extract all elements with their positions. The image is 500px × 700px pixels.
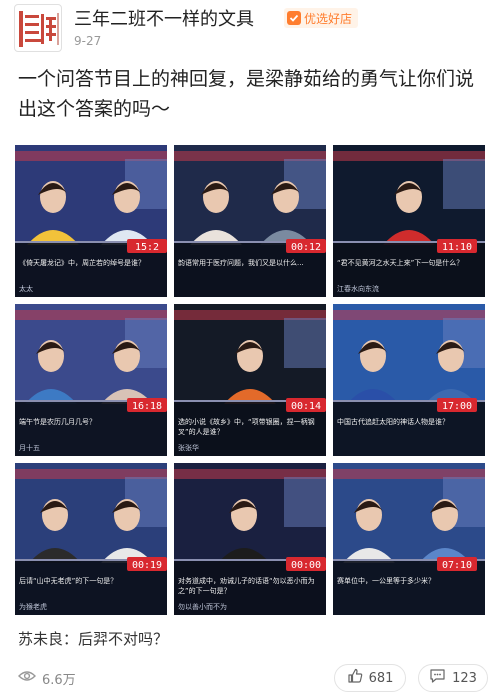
timer-readout: 15:2 — [135, 242, 159, 253]
question-caption: 赛单位中，一公里等于多少米？ — [337, 576, 435, 585]
grid-image-2[interactable]: 00:12 韵语常用于医疗问题，我们又是以什么... — [174, 145, 326, 297]
comment-count: 123 — [452, 670, 477, 686]
timer-readout: 00:00 — [291, 560, 321, 571]
question-caption: 端午节是农历几月几号？ — [19, 417, 96, 426]
view-count: 6.6万 — [18, 667, 76, 689]
image-grid: 15:2 《倚天屠龙记》中，周芷若的绰号是谁？ 太太 00:12 韵语常用于医疗问题，… — [15, 145, 485, 615]
grid-image-8[interactable]: 00:00 对务道成中，劝诫儿子的话语“勿以恶小而为之”的下一句是？ 勿以善小而不为 — [174, 463, 326, 615]
comment-button[interactable]: 123 — [418, 664, 488, 692]
question-caption: 中国古代追赶太阳的神话人物是谁？ — [337, 417, 449, 426]
studio-screen — [284, 318, 326, 368]
question-caption: 韵语常用于医疗问题，我们又是以什么... — [178, 258, 304, 267]
grid-image-9[interactable]: 07:10 赛单位中，一公里等于多少米？ — [333, 463, 485, 615]
comment-separator: ： — [63, 630, 79, 648]
eye-icon — [18, 670, 36, 686]
answer-caption: 太太 — [19, 284, 33, 293]
studio-screen — [443, 159, 485, 209]
post-body-text: 一个问答节目上的神回复，是梁静茹给的勇气让你们说出这个答案的吗～ — [18, 68, 475, 120]
timer-readout: 07:10 — [442, 560, 472, 571]
timer-readout: 16:18 — [132, 401, 162, 412]
answer-caption: 江春水向东流 — [337, 284, 379, 293]
question-caption: 《倚天屠龙记》中，周芷若的绰号是谁？ — [19, 258, 145, 267]
answer-caption: 为猴老虎 — [19, 602, 47, 611]
author-avatar[interactable] — [14, 4, 62, 52]
like-count: 681 — [368, 670, 394, 686]
question-caption: 后请“山中无老虎”的下一句是？ — [19, 576, 117, 585]
badge-label: 优选好店 — [304, 11, 353, 26]
timer-readout: 00:12 — [291, 242, 321, 253]
grid-image-7[interactable]: 00:19 后请“山中无老虎”的下一句是？ 为猴老虎 — [15, 463, 167, 615]
featured-comment[interactable]: 苏未良：后羿不对吗？ — [18, 628, 168, 649]
thumbs-up-icon — [347, 668, 363, 688]
timer-readout: 00:19 — [132, 560, 162, 571]
question-caption: “君不见黄河之水天上来”下一句是什么？ — [337, 258, 463, 267]
timer-readout: 00:14 — [291, 401, 321, 412]
timer-readout: 17:00 — [442, 401, 472, 412]
view-count-label: 6.6万 — [42, 672, 76, 688]
grid-image-5[interactable]: 00:14 选的小说《故乡》中，“项带银圈，捏一柄钢叉”的人是谁？ 张张华 — [174, 304, 326, 456]
comment-bubble-icon — [429, 668, 446, 688]
grid-image-3[interactable]: 11:10 “君不见黄河之水天上来”下一句是什么？ 江春水向东流 — [333, 145, 485, 297]
author-name[interactable]: 三年二班不一样的文具 — [74, 5, 254, 31]
post-date: 9-27 — [74, 34, 102, 48]
like-button[interactable]: 681 — [334, 664, 406, 692]
grid-image-6[interactable]: 17:00 中国古代追赶太阳的神话人物是谁？ — [333, 304, 485, 456]
answer-caption: 张张华 — [178, 443, 199, 452]
comment-text: 后羿不对吗？ — [78, 630, 169, 648]
timer-readout: 11:10 — [442, 242, 472, 253]
check-badge-icon — [287, 11, 301, 25]
answer-caption: 月十五 — [19, 443, 40, 452]
grid-image-1[interactable]: 15:2 《倚天屠龙记》中，周芷若的绰号是谁？ 太太 — [15, 145, 167, 297]
store-badge[interactable]: 优选好店 — [284, 8, 359, 28]
studio-screen — [284, 477, 326, 527]
post-header: 三年二班不一样的文具 优选好店 9-27 — [14, 2, 486, 54]
grid-image-4[interactable]: 16:18 端午节是农历几月几号？ 月十五 — [15, 304, 167, 456]
commenter-name[interactable]: 苏未良 — [18, 630, 63, 648]
answer-caption: 勿以善小而不为 — [178, 602, 227, 611]
